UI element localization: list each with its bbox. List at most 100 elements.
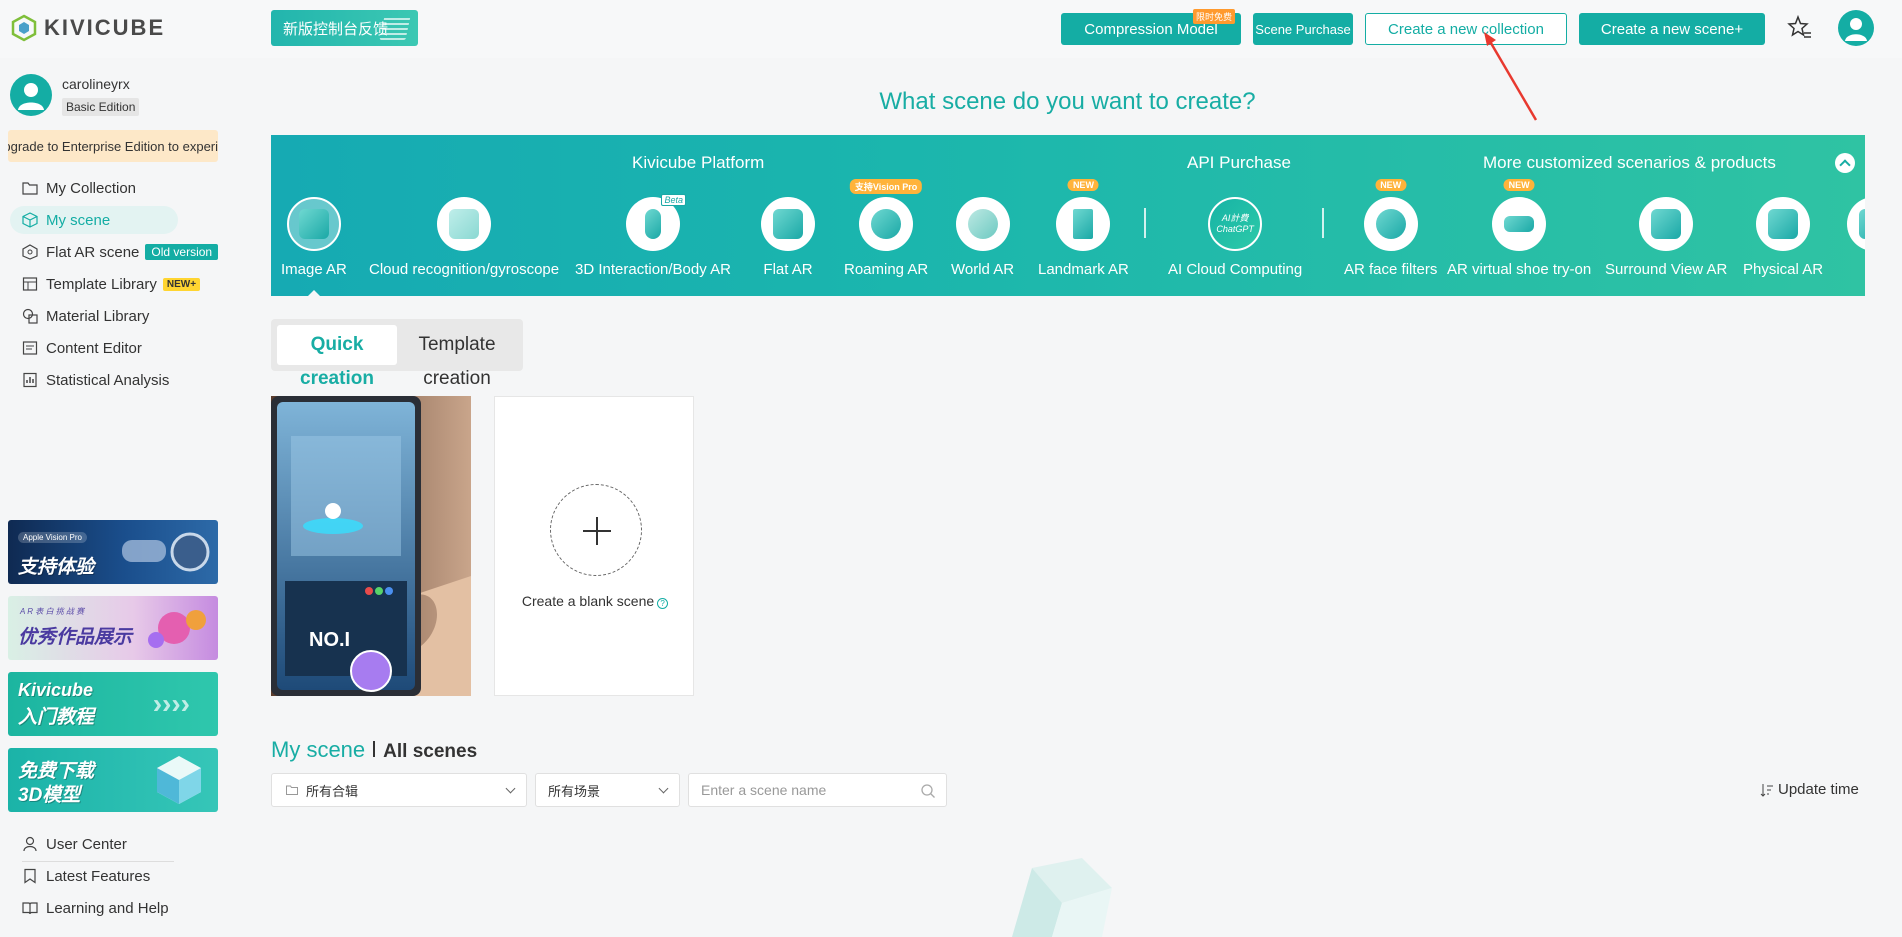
scene-type-surround-view-ar[interactable]: Surround View AR [1605, 197, 1727, 278]
chatgpt-icon: AI計費 ChatGPT [1208, 197, 1263, 251]
user-avatar-top[interactable] [1838, 10, 1874, 46]
flat-ar-icon [761, 197, 815, 251]
scene-type-ar-face-filters[interactable]: NEW AR face filters [1344, 179, 1438, 278]
star-list-icon[interactable] [1787, 15, 1813, 41]
body-ar-icon: Beta [625, 194, 686, 251]
chevrons-icon: ›››› [152, 688, 190, 719]
vr-headset-icon [122, 532, 210, 572]
upgrade-tip[interactable]: Upgrade to Enterprise Edition to experie… [8, 130, 218, 162]
scene-search-input[interactable] [689, 782, 889, 798]
scene-purchase-label: Scene Purchase [1255, 21, 1351, 37]
banner-tutorial[interactable]: Kivicube 入门教程 ›››› [8, 672, 218, 736]
create-blank-scene-label: Create a blank scene? [495, 593, 695, 609]
scene-type-label: AI Cloud Computing [1168, 261, 1303, 278]
sidebar-item-label: My scene [46, 211, 111, 229]
scene-purchase-button[interactable]: Scene Purchase [1253, 13, 1353, 45]
sidebar-item-my-collection[interactable]: My Collection [0, 172, 265, 204]
sidebar-item-label: Latest Features [46, 867, 151, 885]
all-scenes-subtitle: All scenes [383, 741, 478, 762]
avatar-person-icon [18, 83, 44, 110]
edition-badge: Basic Edition [62, 98, 140, 116]
tab-label-line2: creation [423, 368, 491, 389]
sidebar-item-material-library[interactable]: Material Library [0, 300, 265, 332]
create-blank-scene-card[interactable]: Create a blank scene? [494, 396, 694, 696]
scene-type-label: Cloud recognition/gyroscope [369, 261, 560, 278]
scene-type-ai-cloud-computing[interactable]: AI計費 ChatGPT AI Cloud Computing [1168, 197, 1302, 278]
scene-type-cloud-recognition[interactable]: Cloud recognition/gyroscope [369, 197, 559, 278]
new-tag: NEW [1503, 179, 1535, 191]
sidebar-item-content-editor[interactable]: Content Editor [0, 332, 265, 364]
3d-cube-icon [157, 756, 201, 804]
collection-filter-select[interactable]: 所有合辑 [271, 773, 527, 807]
scene-type-label: Flat AR [763, 261, 813, 278]
scene-type-physical-ar[interactable]: Physical AR [1743, 197, 1823, 278]
scene-type-label: AR face filters [1344, 261, 1438, 278]
image-ar-icon [286, 197, 341, 251]
banner-small-text: 免费下载 [18, 761, 95, 782]
upgrade-tip-text: Upgrade to Enterprise Edition to experie… [8, 138, 218, 154]
sidebar-item-template-library[interactable]: Template Library NEW+ [0, 268, 265, 300]
tab-label: Quick [310, 334, 364, 355]
compression-model-button[interactable]: Compression Model 限时免费 [1061, 9, 1241, 45]
avatar-person-icon [1845, 18, 1867, 41]
title-separator [373, 741, 376, 757]
tab-template-creation[interactable]: Template creation [397, 325, 517, 389]
panel-separator [1322, 208, 1324, 238]
cloud-recognition-icon [437, 197, 492, 251]
user-avatar[interactable] [10, 74, 52, 116]
stats-icon [23, 372, 37, 388]
sidebar-item-user-center[interactable]: User Center [0, 828, 265, 860]
chevron-down-icon [505, 783, 516, 794]
sidebar-item-label: Template Library [46, 275, 157, 293]
empty-state-cube-decoration [1012, 858, 1112, 937]
panel-head-platform: Kivicube Platform [632, 153, 765, 172]
vision-pro-tag: 支持Vision Pro [849, 179, 923, 194]
collapse-panel-button[interactable] [1835, 153, 1855, 173]
my-scene-title: My scene [271, 737, 366, 762]
scene-type-shoe-try-on[interactable]: NEW AR virtual shoe try-on [1447, 179, 1591, 278]
new-badge: NEW+ [162, 277, 201, 291]
sidebar-item-my-scene[interactable]: My scene [0, 204, 265, 236]
sidebar-item-latest-features[interactable]: Latest Features [0, 860, 265, 892]
logo[interactable]: KIVICUBE [10, 14, 165, 42]
cube-icon [22, 212, 38, 228]
search-icon[interactable] [920, 783, 936, 799]
banner-free-3d[interactable]: 免费下载 3D模型 [8, 748, 218, 812]
feedback-paper-icon [379, 16, 411, 40]
sidebar-item-learning-help[interactable]: Learning and Help [0, 892, 265, 924]
feedback-button[interactable]: 新版控制台反馈 [271, 10, 418, 46]
scene-type-truncated[interactable]: Tr [1847, 197, 1865, 278]
scene-type-label: Image AR [281, 261, 347, 278]
scene-type-filter-select[interactable]: 所有场景 [535, 773, 680, 807]
bookmark-icon [24, 868, 36, 884]
sidebar-item-flat-ar-scene[interactable]: Flat AR scene Old version [0, 236, 265, 268]
scene-type-flat-ar[interactable]: Flat AR [761, 197, 815, 278]
sort-update-time[interactable]: Update time [1760, 781, 1859, 798]
help-icon[interactable]: ? [657, 598, 669, 609]
sidebar-item-statistical-analysis[interactable]: Statistical Analysis [0, 364, 265, 396]
scene-type-image-ar[interactable]: Image AR [281, 197, 347, 278]
scene-type-roaming-ar[interactable]: 支持Vision Pro Roaming AR [844, 179, 929, 278]
scene-type-world-ar[interactable]: World AR [951, 197, 1014, 278]
scene-type-3d-interaction[interactable]: Beta 3D Interaction/Body AR [575, 194, 731, 278]
scene-type-landmark-ar[interactable]: NEW Landmark AR [1038, 179, 1129, 278]
old-version-badge: Old version [145, 244, 219, 260]
example-scene-card[interactable]: NO.I [271, 396, 471, 696]
banner-works-showcase[interactable]: A R 表 白 挑 战 赛 优秀作品展示 [8, 596, 218, 660]
banner-vision-pro[interactable]: Apple Vision Pro 支持体验 [8, 520, 218, 584]
landmark-ar-icon [1056, 197, 1111, 251]
scene-type-label: Physical AR [1743, 261, 1824, 278]
scene-type-label: Roaming AR [844, 261, 929, 278]
create-scene-button[interactable]: Create a new scene+ [1579, 13, 1765, 45]
example-scene-image: NO.I [271, 396, 471, 696]
svg-text:NO.I: NO.I [309, 629, 350, 651]
user-icon [23, 836, 37, 852]
surround-view-icon [1639, 197, 1694, 251]
sidebar-item-label: User Center [46, 835, 127, 853]
template-icon [22, 277, 38, 291]
sidebar-item-label: Learning and Help [46, 899, 169, 917]
editor-icon [22, 341, 38, 355]
tab-quick-creation[interactable]: Quick creation [277, 325, 397, 389]
scene-type-panel: Kivicube Platform API Purchase More cust… [271, 135, 1865, 296]
creation-mode-tabs: Quick creation Template creation [271, 319, 523, 389]
